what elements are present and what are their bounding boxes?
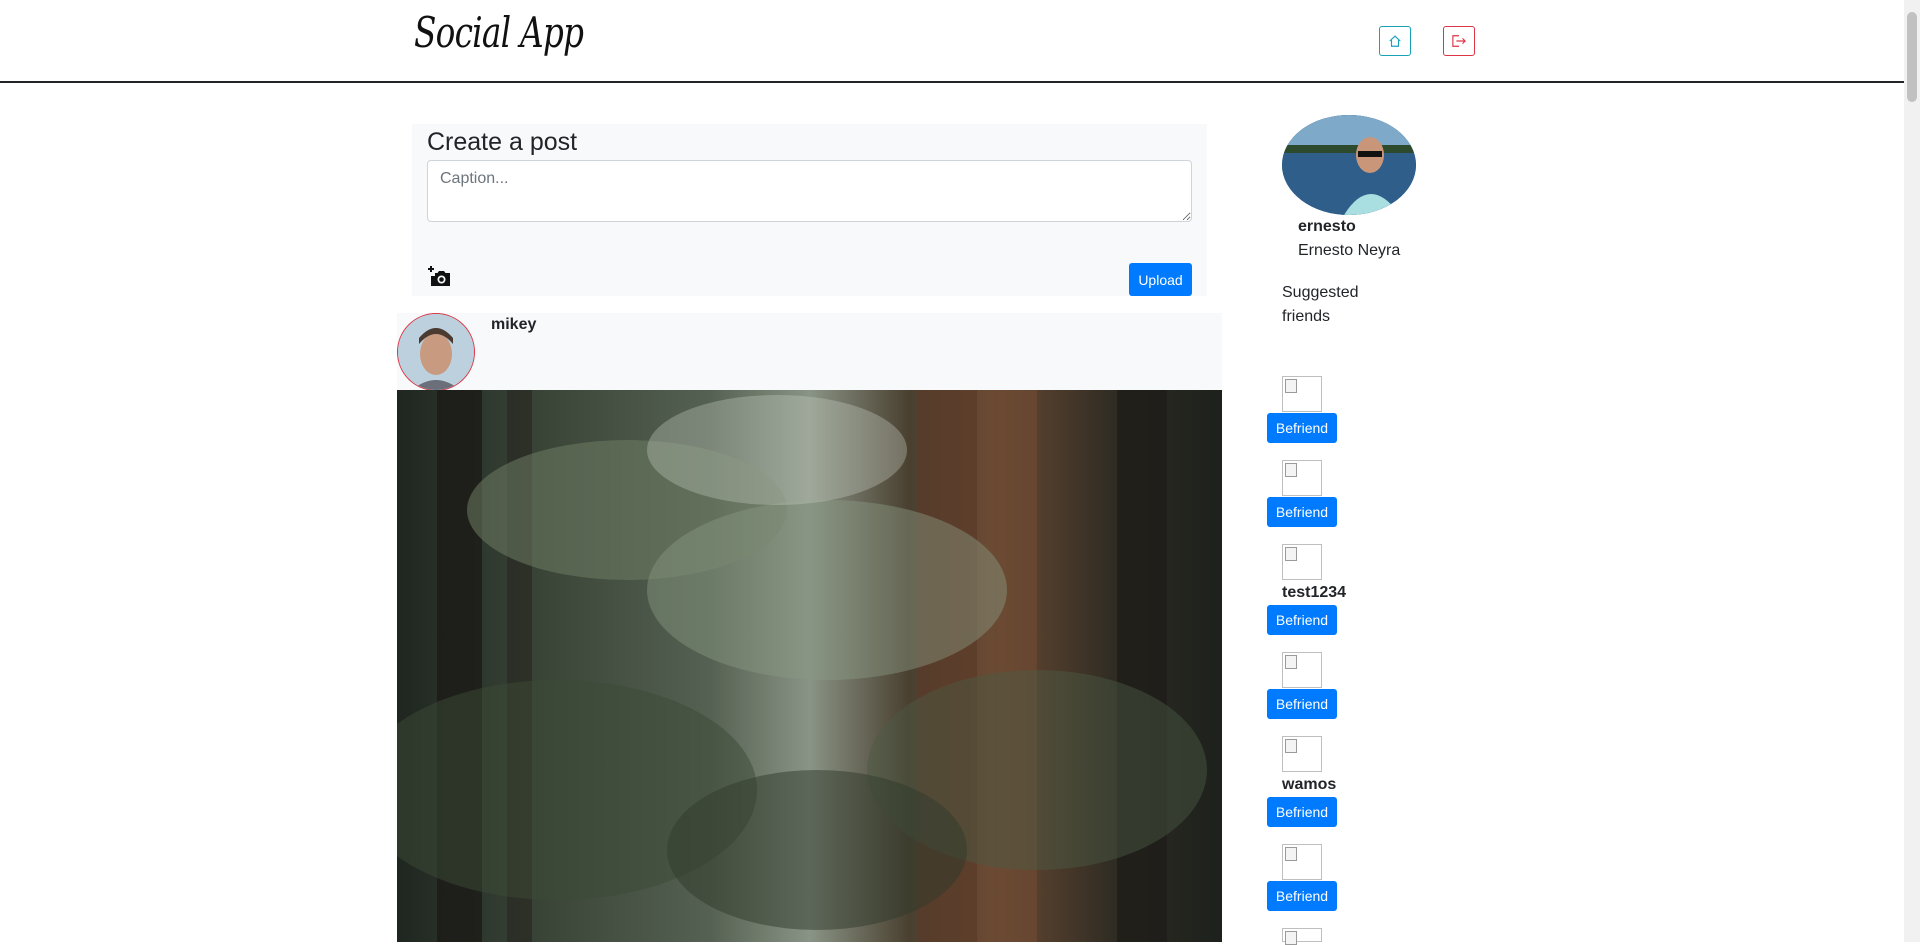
forest-photo — [397, 390, 1207, 942]
caption-input[interactable] — [427, 160, 1192, 222]
app-logo[interactable]: Social App — [414, 8, 584, 57]
profile-full-name: Ernesto Neyra — [1298, 242, 1401, 259]
suggestion-avatar-broken-image — [1282, 460, 1322, 496]
add-photo-icon[interactable] — [428, 265, 452, 289]
suggested-friends-heading: Suggested friends — [1282, 284, 1359, 325]
befriend-button[interactable]: Befriend — [1267, 605, 1337, 635]
suggestion-avatar-broken-image — [1282, 652, 1322, 688]
befriend-button[interactable]: Befriend — [1267, 497, 1337, 527]
avatar-photo — [398, 314, 474, 390]
suggestion-avatar-broken-image — [1282, 544, 1322, 580]
suggestion-avatar-broken-image — [1282, 736, 1322, 772]
home-icon — [1389, 35, 1401, 47]
suggestion-avatar-broken-image — [1282, 376, 1322, 412]
top-navbar: Social App — [0, 0, 1904, 83]
befriend-button[interactable]: Befriend — [1267, 413, 1337, 443]
befriend-button[interactable]: Befriend — [1267, 797, 1337, 827]
profile-username[interactable]: ernesto — [1298, 218, 1356, 236]
logout-icon — [1452, 35, 1466, 47]
suggestion-username[interactable]: test1234 — [1282, 584, 1346, 602]
logout-button[interactable] — [1443, 26, 1475, 56]
suggestion-avatar-broken-image — [1282, 844, 1322, 880]
create-post-panel: Create a post Upload — [412, 124, 1207, 296]
suggestion-avatar-broken-image — [1282, 928, 1322, 945]
upload-button[interactable]: Upload — [1129, 263, 1192, 296]
befriend-button[interactable]: Befriend — [1267, 689, 1337, 719]
post-author-avatar[interactable] — [397, 313, 475, 391]
befriend-button[interactable]: Befriend — [1267, 881, 1337, 911]
suggestion-username[interactable]: wamos — [1282, 776, 1336, 794]
post-card: mikey — [397, 313, 1222, 942]
home-button[interactable] — [1379, 26, 1411, 56]
post-image — [397, 390, 1222, 942]
profile-photo — [1282, 115, 1416, 215]
scrollbar-thumb[interactable] — [1907, 12, 1917, 102]
page-scrollbar[interactable] — [1904, 0, 1920, 942]
profile-avatar[interactable] — [1282, 115, 1416, 215]
create-post-title: Create a post — [427, 128, 578, 156]
post-username[interactable]: mikey — [491, 316, 536, 334]
